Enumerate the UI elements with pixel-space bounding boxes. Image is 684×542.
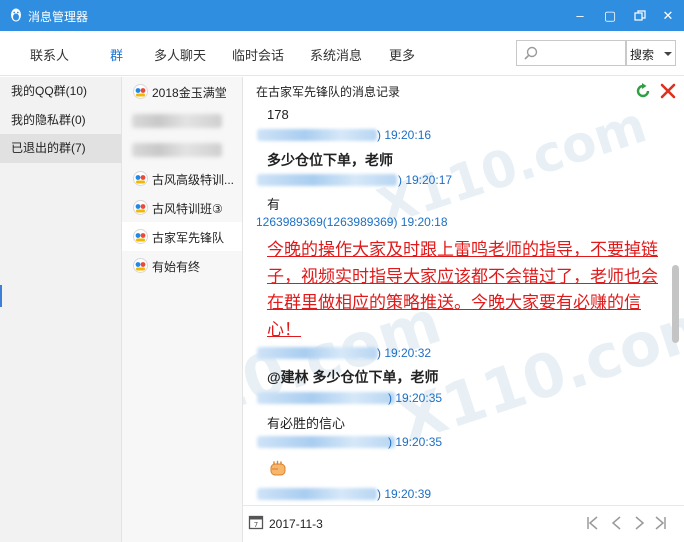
message-meta: ) 19:20:35 bbox=[388, 435, 443, 449]
message-text: 有必胜的信心 bbox=[267, 416, 346, 431]
window-edge-accent bbox=[0, 285, 2, 307]
group-item-selected[interactable]: 古家军先锋队 bbox=[122, 222, 242, 251]
group-avatar-icon bbox=[133, 258, 148, 273]
tab-more[interactable]: 更多 bbox=[389, 45, 415, 64]
vertical-scrollbar[interactable] bbox=[672, 105, 680, 503]
group-item[interactable]: 2018金玉满堂 bbox=[122, 77, 242, 106]
tab-contacts[interactable]: 联系人 bbox=[30, 45, 69, 64]
message-meta: ) 19:20:32 bbox=[377, 346, 432, 360]
group-item[interactable] bbox=[122, 135, 242, 164]
redacted-sender bbox=[257, 392, 395, 404]
date-footer: 7 2017-11-3 bbox=[243, 505, 684, 542]
message-text: 多少仓位下单，老师 bbox=[267, 152, 393, 168]
restore-icon bbox=[634, 10, 646, 21]
tab-temp-session[interactable]: 临时会话 bbox=[232, 45, 284, 64]
redacted-sender bbox=[257, 488, 377, 500]
message-meta: ) 19:20:35 bbox=[388, 391, 443, 405]
message-log-header: 在古家军先锋队的消息记录 bbox=[256, 85, 401, 99]
message-text: 有 bbox=[267, 197, 281, 212]
highlighted-message-text: 今晚的操作大家及时跟上雷鸣老师的指导，不要掉链子，视频实时指导大家应该都不会错过… bbox=[267, 240, 658, 339]
sidebar-item-my-qq-groups[interactable]: 我的QQ群(10) bbox=[0, 77, 122, 106]
group-avatar-icon bbox=[133, 171, 148, 186]
message-meta: 1263989369(1263989369) 19:20:18 bbox=[256, 215, 448, 229]
search-box bbox=[516, 40, 626, 66]
search-scope-select[interactable]: 搜索 bbox=[626, 40, 676, 66]
last-page-icon[interactable] bbox=[652, 514, 668, 532]
group-name: 2018金玉满堂 bbox=[152, 86, 227, 100]
chevron-down-icon bbox=[664, 52, 672, 56]
group-list: 2018金玉满堂 古风高级特训... 古风特训班③ 古家军先锋队 有始有终 bbox=[122, 77, 243, 542]
group-item[interactable] bbox=[122, 106, 242, 135]
group-name: 古家军先锋队 bbox=[152, 231, 225, 245]
group-category-sidebar: 我的QQ群(10) 我的隐私群(0) 已退出的群(7) bbox=[0, 77, 122, 542]
tab-multi-chat[interactable]: 多人聊天 bbox=[154, 45, 206, 64]
group-name: 有始有终 bbox=[152, 260, 201, 274]
scrollbar-thumb[interactable] bbox=[672, 265, 679, 343]
window-title: 消息管理器 bbox=[28, 10, 89, 24]
group-item[interactable]: 古风特训班③ bbox=[122, 193, 242, 222]
maximize-button[interactable]: ▢ bbox=[600, 6, 620, 26]
sidebar-item-private-groups[interactable]: 我的隐私群(0) bbox=[0, 106, 122, 135]
tab-groups[interactable]: 群 bbox=[110, 45, 123, 64]
redacted-sender bbox=[257, 129, 377, 141]
message-meta: ) 19:20:17 bbox=[398, 173, 453, 187]
group-item[interactable]: 有始有终 bbox=[122, 251, 242, 280]
minimize-button[interactable]: – bbox=[570, 6, 590, 26]
previous-page-icon[interactable] bbox=[609, 514, 625, 532]
close-button[interactable]: ✕ bbox=[658, 6, 678, 26]
message-log-panel: 在古家军先锋队的消息记录 X110.com X110.com X110.com … bbox=[243, 77, 684, 542]
group-name: 古风高级特训... bbox=[152, 173, 235, 187]
current-date: 2017-11-3 bbox=[269, 517, 323, 531]
search-icon bbox=[524, 46, 538, 60]
fist-emoji-icon bbox=[270, 460, 286, 476]
first-page-icon[interactable] bbox=[585, 514, 601, 532]
message-meta: ) 19:20:16 bbox=[377, 128, 432, 142]
message-text: @建林 多少仓位下单，老师 bbox=[267, 369, 439, 385]
clear-history-icon[interactable] bbox=[659, 82, 677, 100]
qq-penguin-icon bbox=[11, 8, 21, 22]
redacted-sender bbox=[257, 174, 397, 186]
group-avatar-icon bbox=[133, 229, 148, 244]
group-avatar-icon bbox=[133, 84, 148, 99]
tab-system-messages[interactable]: 系统消息 bbox=[310, 45, 362, 64]
message-meta: ) 19:20:39 bbox=[377, 487, 432, 501]
redacted-sender bbox=[257, 436, 395, 448]
redacted-group-name bbox=[132, 143, 222, 157]
search-input[interactable] bbox=[543, 44, 623, 62]
redacted-sender bbox=[257, 347, 377, 359]
group-item[interactable]: 古风高级特训... bbox=[122, 164, 242, 193]
refresh-icon[interactable] bbox=[634, 82, 652, 100]
next-page-icon[interactable] bbox=[631, 514, 647, 532]
svg-text:7: 7 bbox=[254, 521, 258, 529]
title-bar: 消息管理器 – ▢ ✕ bbox=[0, 0, 684, 31]
redacted-group-name bbox=[132, 114, 222, 128]
group-avatar-icon bbox=[133, 200, 148, 215]
group-name: 古风特训班③ bbox=[152, 202, 223, 216]
search-scope-label: 搜索 bbox=[630, 48, 655, 62]
restore-button[interactable] bbox=[630, 6, 650, 26]
tab-toolbar: 联系人 群 多人聊天 临时会话 系统消息 更多 搜索 bbox=[0, 31, 684, 76]
sidebar-item-exited-groups[interactable]: 已退出的群(7) bbox=[0, 134, 122, 163]
calendar-icon[interactable]: 7 bbox=[248, 514, 264, 530]
message-text: 178 bbox=[267, 107, 289, 122]
